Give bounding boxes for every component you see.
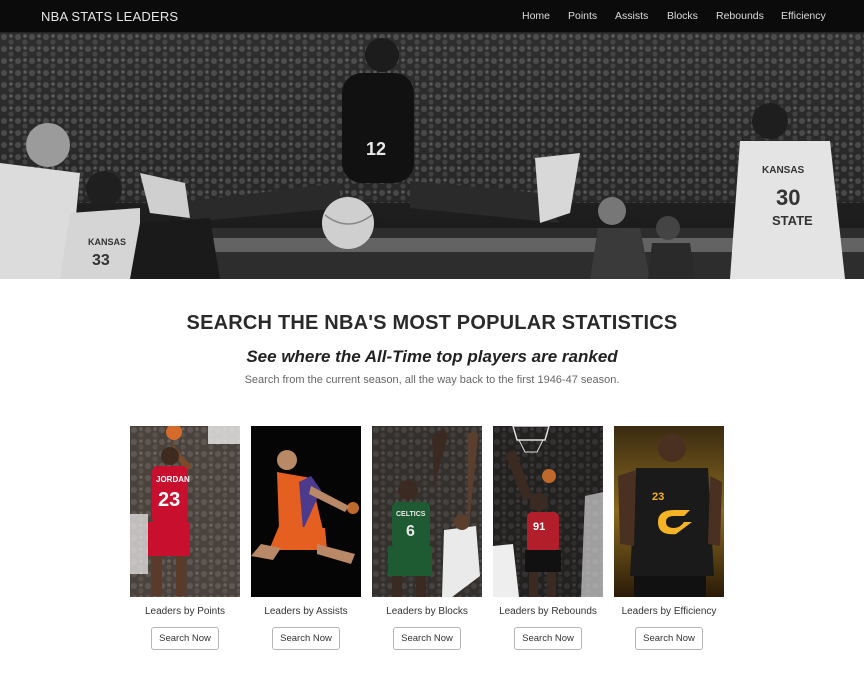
page-title: SEARCH THE NBA'S MOST POPULAR STATISTICS	[186, 312, 678, 334]
card-points: JORDAN 23 Leaders by Points Search Now	[130, 426, 240, 650]
top-navbar: NBA STATS LEADERS Home Points Assists Bl…	[0, 0, 864, 33]
nav-blocks[interactable]: Blocks	[667, 10, 698, 22]
points-jersey-number: 23	[158, 489, 180, 511]
nav-home[interactable]: Home	[522, 10, 550, 22]
points-jersey-name: JORDAN	[156, 475, 190, 484]
card-rebounds: 91 Leaders by Rebounds Search Now	[493, 426, 603, 650]
rebounds-leader-photo: 91	[493, 426, 603, 597]
nav-points[interactable]: Points	[568, 10, 597, 22]
hero-banner-photo: 12 KANSAS 30 STATE KANSAS 33	[0, 33, 864, 279]
points-leader-photo: JORDAN 23	[130, 426, 240, 597]
search-rebounds-button[interactable]: Search Now	[514, 627, 582, 650]
hero-jersey-kansas-left: KANSAS	[88, 237, 126, 247]
page-subtitle: See where the All-Time top players are r…	[246, 347, 618, 366]
search-points-button[interactable]: Search Now	[151, 627, 219, 650]
blocks-jersey-name: CELTICS	[396, 511, 426, 518]
nav-rebounds[interactable]: Rebounds	[716, 10, 764, 22]
hero-jersey-33: 33	[92, 252, 110, 269]
page-description: Search from the current season, all the …	[244, 374, 620, 386]
hero-jersey-number: 12	[366, 139, 386, 159]
blocks-jersey-number: 6	[406, 523, 415, 540]
search-efficiency-button[interactable]: Search Now	[635, 627, 703, 650]
efficiency-jersey-number: 23	[652, 491, 664, 503]
card-label-efficiency: Leaders by Efficiency	[621, 606, 717, 617]
assists-leader-photo	[251, 426, 361, 597]
hero-jersey-30: 30	[776, 185, 800, 210]
card-efficiency: 23 Leaders by Efficiency Search Now	[614, 426, 724, 650]
site-brand[interactable]: NBA STATS LEADERS	[41, 9, 178, 24]
rebounds-jersey-number: 91	[533, 521, 545, 533]
hero-illustration: 12 KANSAS 30 STATE KANSAS 33	[0, 33, 864, 279]
card-blocks: CELTICS 6 Leaders by Blocks Search Now	[372, 426, 482, 650]
nav-efficiency[interactable]: Efficiency	[781, 10, 826, 22]
blocks-leader-photo: CELTICS 6	[372, 426, 482, 597]
hero-jersey-kansas: KANSAS	[762, 165, 805, 176]
search-assists-button[interactable]: Search Now	[272, 627, 340, 650]
search-blocks-button[interactable]: Search Now	[393, 627, 461, 650]
efficiency-leader-photo: 23	[614, 426, 724, 597]
hero-jersey-state: STATE	[772, 213, 813, 228]
card-assists: Leaders by Assists Search Now	[251, 426, 361, 650]
nav-assists[interactable]: Assists	[615, 10, 648, 22]
